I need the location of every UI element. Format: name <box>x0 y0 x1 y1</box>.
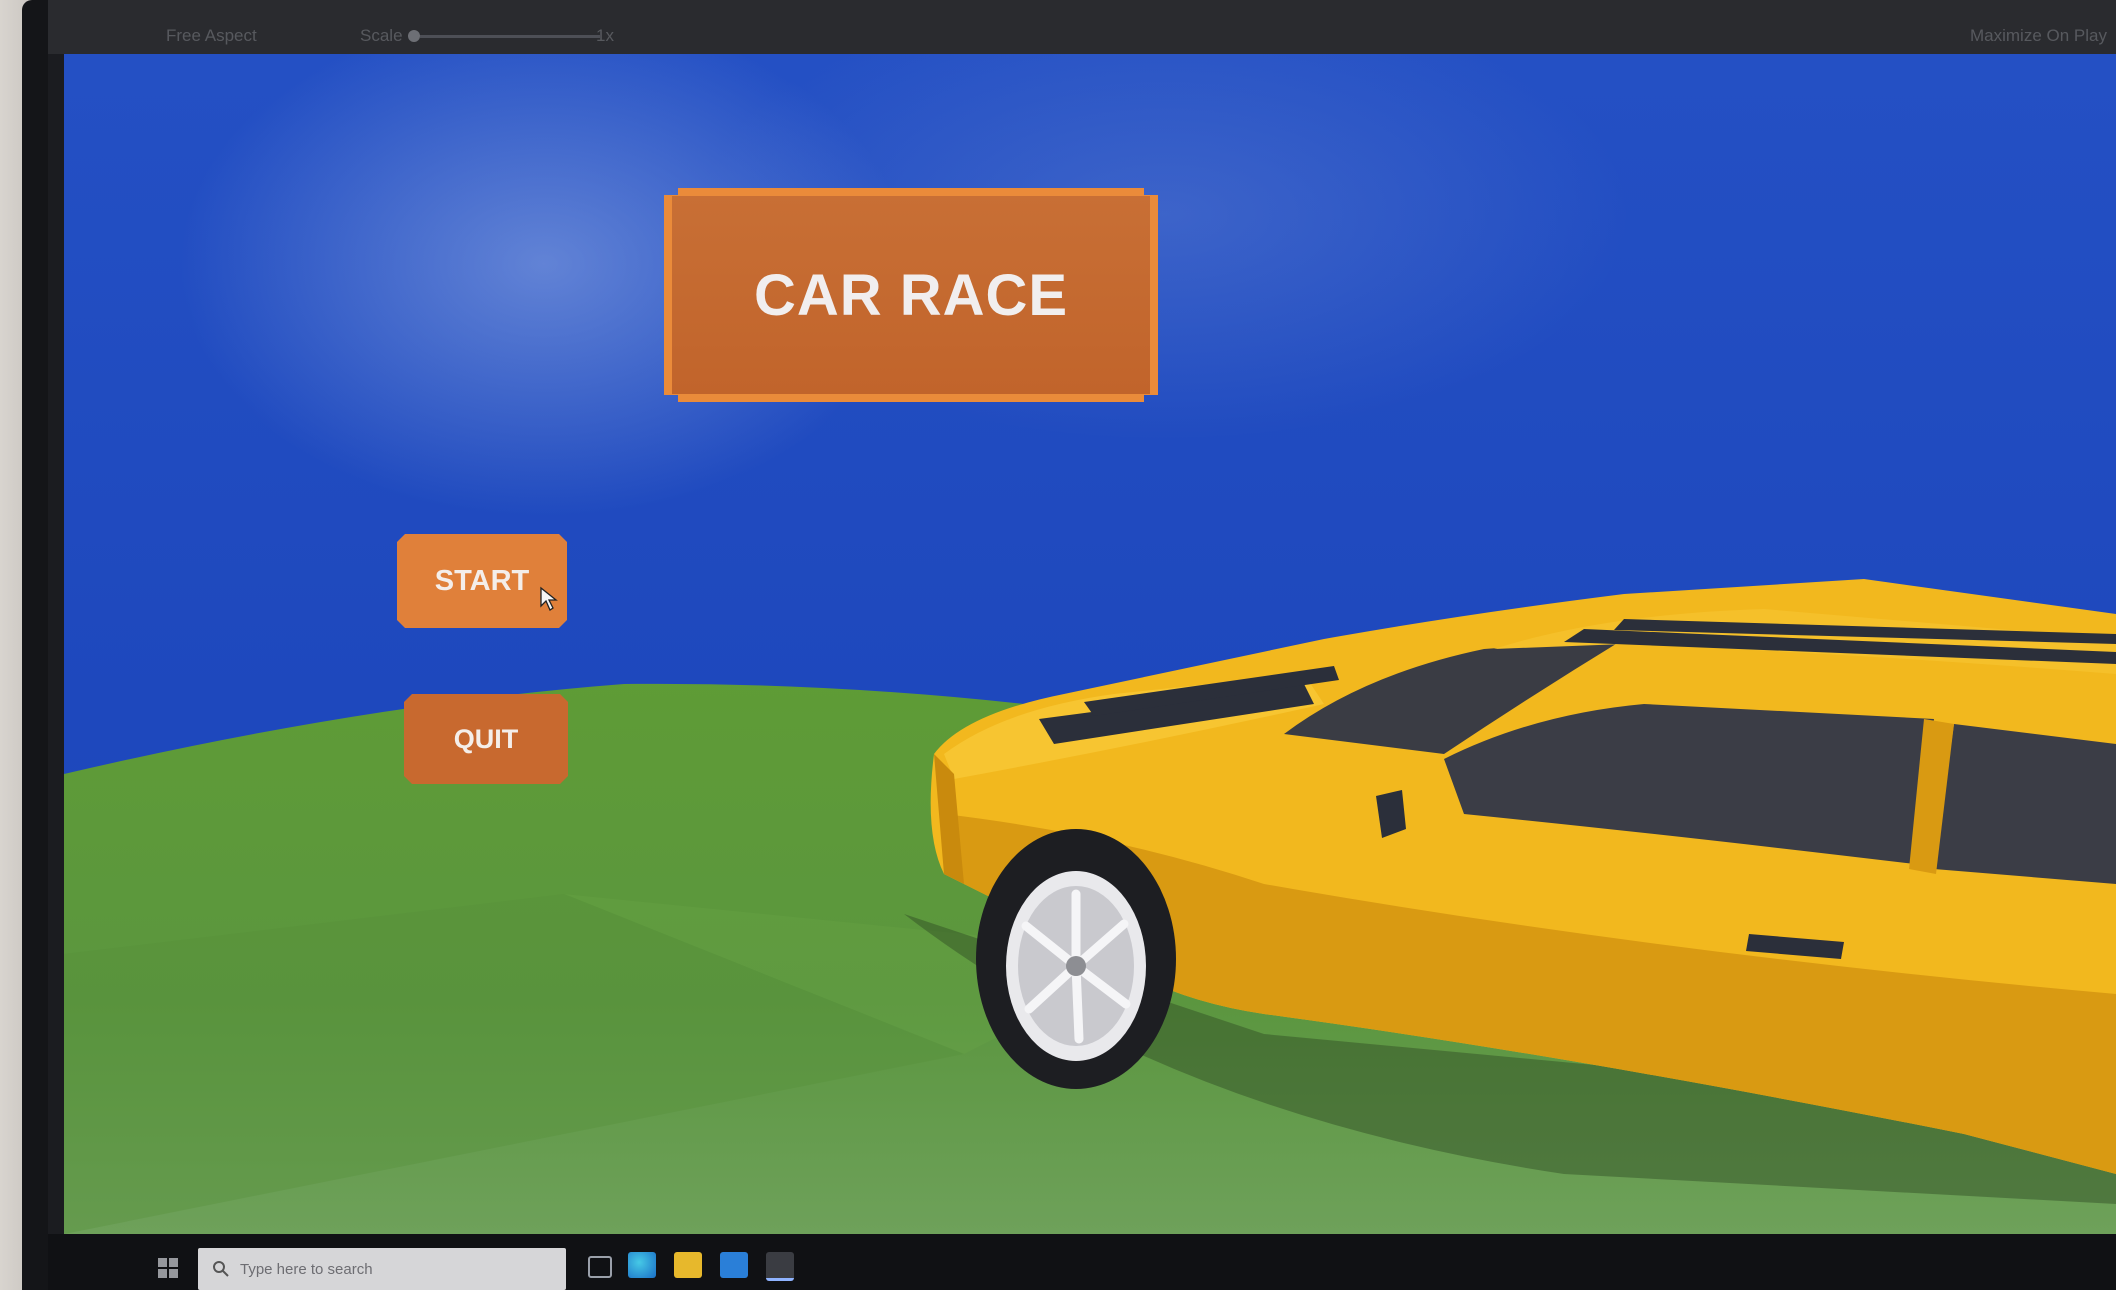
screen: Free Aspect Scale 1x Maximize On Play CA… <box>48 0 2116 1290</box>
scale-value: 1x <box>596 26 614 45</box>
windows-taskbar: Type here to search <box>48 1234 2116 1290</box>
file-explorer-icon[interactable] <box>674 1252 702 1278</box>
start-windows-icon[interactable] <box>158 1258 178 1278</box>
search-icon <box>213 1261 229 1277</box>
editor-toolbar: Free Aspect Scale 1x Maximize On Play <box>48 0 2116 54</box>
scale-slider-track[interactable] <box>420 35 600 38</box>
scale-slider-handle[interactable] <box>408 30 420 42</box>
edge-browser-icon[interactable] <box>628 1252 656 1278</box>
game-viewport: CAR RACE START QUIT <box>64 54 2116 1234</box>
aspect-dropdown[interactable]: Free Aspect <box>166 26 257 46</box>
search-placeholder: Type here to search <box>240 1261 373 1278</box>
mail-icon[interactable] <box>720 1252 748 1278</box>
maximize-on-play-toggle[interactable]: Maximize On Play <box>1970 26 2107 46</box>
scale-label: Scale <box>360 26 403 45</box>
yellow-sports-car <box>904 579 2116 1204</box>
task-view-icon[interactable] <box>588 1256 612 1278</box>
unity-icon[interactable] <box>766 1252 794 1281</box>
taskbar-search-box[interactable]: Type here to search <box>198 1248 566 1290</box>
